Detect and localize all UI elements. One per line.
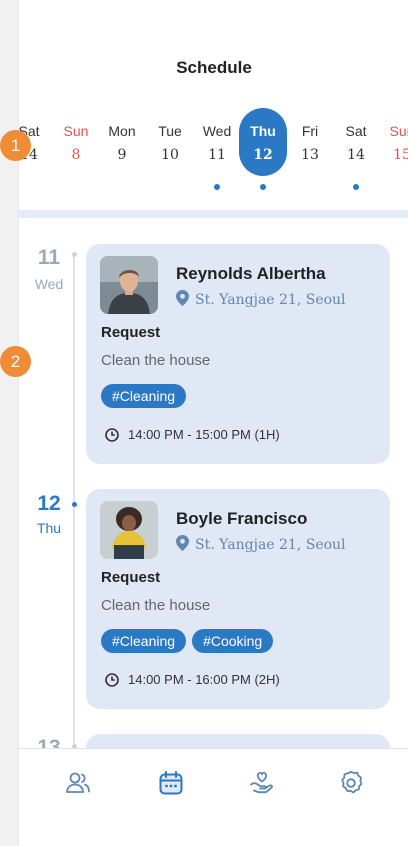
nav-people-button[interactable]: [64, 769, 92, 797]
location-text: St. Yangjae 21, Seoul: [195, 537, 346, 553]
day-mon-9[interactable]: Mon 9: [98, 122, 146, 164]
timeline-day-number: 11: [37, 246, 61, 269]
location-text: St. Yangjae 21, Seoul: [195, 292, 346, 308]
event-dot: [214, 184, 220, 190]
day-date: 13: [301, 147, 319, 163]
day-sun-8[interactable]: Sun 8: [52, 122, 100, 164]
annotation-badge-1: 1: [0, 130, 31, 161]
schedule-card[interactable]: Boyle Francisco St. Yangjae 21, Seoul Re…: [86, 489, 390, 709]
day-wed-11[interactable]: Wed 11: [193, 122, 241, 164]
day-date: 9: [117, 147, 127, 163]
day-name: Mon: [108, 123, 136, 139]
request-description: Clean the house: [101, 597, 211, 614]
annotation-badge-2: 2: [0, 346, 31, 377]
day-sun-15[interactable]: Sun 15: [378, 122, 408, 164]
day-name: Fri: [301, 123, 319, 139]
divider-band: [19, 210, 408, 218]
tag-cooking[interactable]: #Cooking: [192, 629, 274, 653]
event-dot: [353, 184, 359, 190]
day-name: Sun: [389, 123, 408, 139]
day-name: Wed: [202, 123, 232, 139]
nav-calendar-button[interactable]: [157, 769, 185, 797]
timeline-day-number: 12: [37, 492, 61, 515]
time-range: 14:00 PM - 16:00 PM (2H): [105, 672, 280, 687]
location-pin-icon: [176, 290, 189, 306]
clock-icon: [105, 428, 119, 442]
clock-icon: [105, 673, 119, 687]
day-thu-12-selected[interactable]: Thu 12: [239, 108, 287, 176]
nav-care-button[interactable]: [248, 769, 276, 797]
tag-list: #Cleaning: [101, 384, 192, 408]
nav-settings-button[interactable]: [337, 769, 365, 797]
client-location: St. Yangjae 21, Seoul: [176, 535, 346, 553]
day-name: Thu: [250, 123, 276, 139]
schedule-card[interactable]: Reynolds Albertha St. Yangjae 21, Seoul …: [86, 244, 390, 464]
care-hand-icon: [250, 771, 273, 794]
tag-list: #Cleaning #Cooking: [101, 629, 279, 653]
people-icon: [66, 772, 90, 793]
day-name: Tue: [158, 123, 182, 139]
avatar: [100, 256, 158, 314]
calendar-icon: [159, 771, 183, 795]
day-date: 10: [161, 147, 179, 163]
time-range: 14:00 PM - 15:00 PM (1H): [105, 427, 280, 442]
day-date: 8: [71, 147, 81, 163]
client-name: Boyle Francisco: [176, 509, 308, 528]
day-date: 15: [393, 147, 408, 163]
day-sat-14[interactable]: Sat 14: [332, 122, 380, 164]
tag-cleaning[interactable]: #Cleaning: [101, 629, 187, 653]
timeline-day-name: Wed: [34, 276, 64, 292]
request-description: Clean the house: [101, 352, 211, 369]
timeline-day-name: Thu: [36, 520, 62, 536]
request-label: Request: [101, 569, 161, 586]
request-label: Request: [101, 324, 161, 341]
tag-cleaning[interactable]: #Cleaning: [101, 384, 187, 408]
client-location: St. Yangjae 21, Seoul: [176, 290, 346, 308]
event-dot: [260, 184, 266, 190]
time-text: 14:00 PM - 16:00 PM (2H): [128, 672, 280, 687]
settings-icon: [341, 770, 363, 794]
day-name: Sat: [345, 123, 367, 139]
day-date: 12: [253, 147, 273, 163]
time-text: 14:00 PM - 15:00 PM (1H): [128, 427, 280, 442]
page-title: Schedule: [176, 58, 252, 77]
client-name: Reynolds Albertha: [176, 264, 326, 283]
day-fri-13[interactable]: Fri 13: [286, 122, 334, 164]
day-name: Sun: [63, 123, 89, 139]
avatar: [100, 501, 158, 559]
location-pin-icon: [176, 535, 189, 551]
day-tue-10[interactable]: Tue 10: [146, 122, 194, 164]
app-screen: Schedule Sat 14 Sun 8 Mon 9 Tue 10 Wed 11 Thu…: [18, 0, 408, 846]
week-strip[interactable]: Sat 14 Sun 8 Mon 9 Tue 10 Wed 11 Thu 12 Fri 13 …: [19, 108, 408, 178]
bottom-nav: [19, 748, 408, 846]
day-date: 14: [347, 147, 365, 163]
day-date: 11: [208, 147, 226, 163]
